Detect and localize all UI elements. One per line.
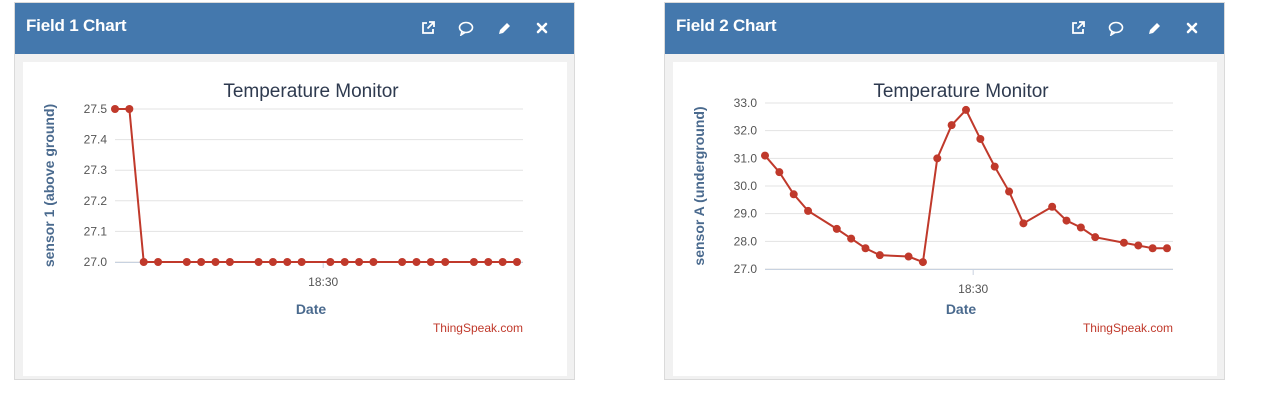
- y-axis-label: sensor A (underground): [691, 106, 707, 265]
- field-2-chart-panel: Field 2 Chart Temperature Monitor 27.0 28.…: [664, 2, 1225, 380]
- data-point: [225, 258, 234, 266]
- data-point: [398, 258, 407, 266]
- data-point: [125, 105, 134, 113]
- data-point: [947, 121, 956, 130]
- data-point: [962, 105, 970, 114]
- data-point: [211, 258, 220, 266]
- panel-toolbar: [1068, 17, 1202, 39]
- data-point: [1134, 241, 1143, 250]
- data-point: [469, 258, 478, 266]
- close-icon[interactable]: [532, 18, 552, 38]
- edit-pencil-icon[interactable]: [494, 18, 514, 38]
- panel-title: Field 2 Chart: [676, 16, 777, 35]
- close-icon[interactable]: [1182, 18, 1202, 38]
- external-link-icon[interactable]: [1068, 18, 1088, 38]
- data-point: [875, 251, 884, 260]
- chart-title: Temperature Monitor: [223, 81, 399, 102]
- x-tick-label: 18:30: [308, 275, 338, 289]
- comment-icon[interactable]: [1106, 18, 1126, 38]
- data-point: [1148, 244, 1157, 253]
- data-point: [1062, 216, 1071, 225]
- y-tick-label: 27.3: [84, 163, 108, 177]
- y-tick-label: 30.0: [734, 179, 758, 193]
- data-point: [426, 258, 435, 266]
- data-point: [484, 258, 493, 266]
- data-point: [918, 258, 927, 267]
- panel-toolbar: [418, 17, 552, 39]
- data-point: [904, 252, 913, 261]
- chart-area: Temperature Monitor 27.0 28.0 29.0 30.0 31.0 3…: [673, 62, 1217, 376]
- data-point: [1091, 233, 1100, 242]
- data-point: [254, 258, 263, 266]
- data-point: [441, 258, 450, 266]
- data-point: [1048, 202, 1057, 211]
- x-axis-label: Date: [296, 301, 327, 317]
- field-1-chart-panel: Field 1 Chart Temperature Monitor 27.0 27.…: [14, 2, 575, 380]
- data-point: [1163, 244, 1171, 253]
- data-point: [933, 154, 942, 163]
- data-point: [1019, 219, 1028, 228]
- edit-pencil-icon[interactable]: [1144, 18, 1164, 38]
- temperature-chart-svg: Temperature Monitor 27.0 27.1 27.2 27.3 27.4 2…: [41, 81, 523, 335]
- y-tick-label: 27.5: [84, 102, 108, 116]
- y-axis-label: sensor 1 (above ground): [41, 104, 57, 267]
- x-axis-label: Date: [946, 301, 977, 317]
- data-point: [412, 258, 421, 266]
- y-tick-label: 32.0: [734, 124, 758, 138]
- data-point: [326, 258, 335, 266]
- data-point: [139, 258, 148, 266]
- data-point: [197, 258, 206, 266]
- data-point: [355, 258, 364, 266]
- data-point: [498, 258, 507, 266]
- y-tick-label: 27.2: [84, 194, 108, 208]
- data-point: [154, 258, 163, 266]
- data-point: [340, 258, 349, 266]
- thingspeak-credit: ThingSpeak.com: [1083, 321, 1173, 335]
- series-line: [115, 108, 517, 263]
- external-link-icon[interactable]: [418, 18, 438, 38]
- data-point: [111, 105, 119, 113]
- data-point: [976, 134, 985, 143]
- data-point: [775, 168, 784, 177]
- data-point: [369, 258, 378, 266]
- y-tick-label: 33.0: [734, 96, 758, 110]
- x-tick-label: 18:30: [958, 282, 988, 296]
- data-point: [832, 224, 841, 233]
- data-point: [990, 162, 999, 171]
- data-point: [283, 258, 292, 266]
- panel-header: Field 2 Chart: [665, 3, 1224, 54]
- thingspeak-credit: ThingSpeak.com: [433, 321, 523, 335]
- panel-title: Field 1 Chart: [26, 16, 127, 35]
- data-point: [804, 206, 813, 215]
- data-point: [182, 258, 191, 266]
- chart-title: Temperature Monitor: [873, 81, 1049, 102]
- data-point: [1076, 223, 1085, 232]
- data-point: [268, 258, 277, 266]
- data-point: [789, 190, 798, 199]
- y-tick-label: 27.1: [84, 224, 108, 238]
- data-point: [1119, 238, 1128, 247]
- temperature-chart-svg: Temperature Monitor 27.0 28.0 29.0 30.0 31.0 3…: [691, 81, 1173, 335]
- y-tick-label: 29.0: [734, 207, 758, 221]
- data-point: [297, 258, 306, 266]
- y-tick-label: 28.0: [734, 234, 758, 248]
- y-tick-label: 27.0: [84, 255, 108, 269]
- data-point: [761, 151, 769, 160]
- data-point: [847, 234, 856, 243]
- data-point: [861, 244, 870, 253]
- chart-area: Temperature Monitor 27.0 27.1 27.2 27.3 27.4 2…: [23, 62, 567, 376]
- y-tick-label: 27.0: [734, 262, 758, 276]
- data-point: [513, 258, 521, 266]
- y-tick-label: 31.0: [734, 151, 758, 165]
- data-point: [1005, 187, 1014, 196]
- panel-header: Field 1 Chart: [15, 3, 574, 54]
- comment-icon[interactable]: [456, 18, 476, 38]
- y-tick-label: 27.4: [84, 133, 108, 147]
